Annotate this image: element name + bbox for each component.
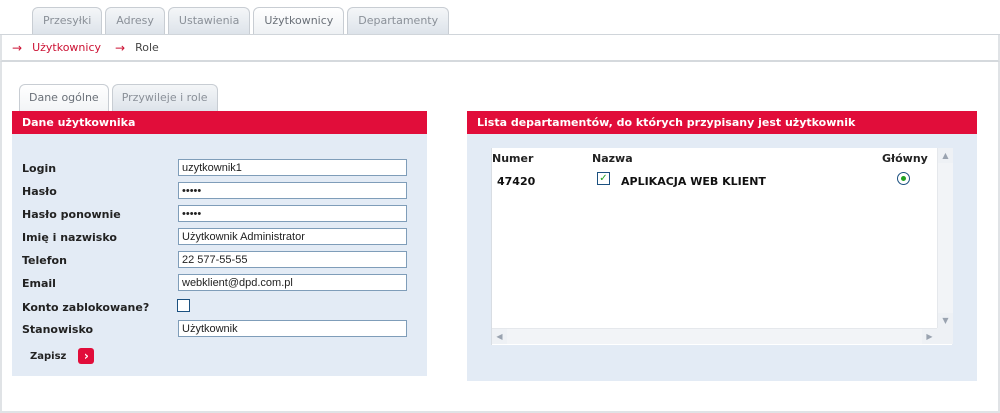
tab-uzytkownicy[interactable]: Użytkownicy (253, 7, 345, 34)
login-input[interactable] (178, 159, 407, 176)
column-header-number: Numer (492, 152, 534, 165)
tab-przywileje-i-role[interactable]: Przywileje i role (111, 84, 218, 111)
main-tabs: Przesyłki Adresy Ustawienia Użytkownicy … (32, 7, 450, 34)
phone-row: Telefon (22, 251, 417, 269)
scroll-down-icon[interactable]: ▼ (938, 313, 953, 328)
main-department-radio[interactable] (897, 172, 910, 185)
arrow-right-icon: → (12, 40, 23, 55)
password-repeat-row: Hasło ponownie (22, 205, 417, 223)
departments-panel: Lista departamentów, do których przypisa… (467, 111, 977, 381)
tab-przesylki[interactable]: Przesyłki (32, 7, 103, 34)
tab-dane-ogolne[interactable]: Dane ogólne (19, 84, 109, 111)
column-header-main: Główny (882, 152, 928, 165)
subtabs: Dane ogólne Przywileje i role (19, 84, 218, 111)
blocked-row: Konto zablokowane? (22, 298, 417, 316)
panel-title: Lista departamentów, do których przypisa… (467, 111, 977, 134)
scroll-corner (937, 328, 953, 344)
panel-title: Dane użytkownika (12, 111, 427, 134)
tab-departamenty[interactable]: Departamenty (347, 7, 450, 34)
password-input[interactable] (178, 182, 407, 199)
scroll-right-icon[interactable]: ▶ (922, 329, 937, 344)
position-input[interactable] (178, 320, 407, 337)
email-row: Email (22, 274, 417, 292)
department-assigned-checkbox[interactable]: ✓ (597, 172, 610, 185)
user-data-panel: Dane użytkownika Login Hasło Hasło ponow… (12, 111, 427, 376)
email-label: Email (22, 277, 56, 290)
breadcrumb-label: Role (135, 41, 159, 54)
breadcrumb-item-users[interactable]: → Użytkownicy (12, 41, 101, 55)
password-row: Hasło (22, 182, 417, 200)
scroll-left-icon[interactable]: ◀ (492, 329, 507, 344)
breadcrumb-label: Użytkownicy (32, 41, 102, 54)
blocked-label: Konto zablokowane? (22, 301, 150, 314)
login-label: Login (22, 162, 57, 175)
horizontal-scrollbar[interactable]: ◀ ▶ (492, 328, 953, 344)
departments-list: Numer Nazwa Główny 47420 ✓ APLIKACJA WEB… (491, 148, 953, 345)
login-row: Login (22, 159, 417, 177)
breadcrumb: → Użytkownicy → Role (0, 35, 1000, 62)
position-label: Stanowisko (22, 323, 94, 336)
password-label: Hasło (22, 185, 57, 198)
email-input[interactable] (178, 274, 407, 291)
arrow-right-icon: → (115, 40, 126, 55)
department-number: 47420 (497, 175, 536, 188)
tab-adresy[interactable]: Adresy (105, 7, 165, 34)
phone-input[interactable] (178, 251, 407, 268)
vertical-scrollbar[interactable]: ▲ ▼ (937, 148, 953, 328)
department-name: APLIKACJA WEB KLIENT (621, 175, 766, 188)
breadcrumb-item-roles[interactable]: → Role (115, 41, 159, 55)
scroll-up-icon[interactable]: ▲ (938, 148, 953, 163)
full-name-input[interactable] (178, 228, 407, 245)
radio-dot (901, 176, 906, 181)
checkmark-icon: ✓ (599, 173, 608, 184)
save-button[interactable]: Zapisz › (30, 348, 95, 364)
position-row: Stanowisko (22, 320, 417, 338)
password-repeat-input[interactable] (178, 205, 407, 222)
tab-ustawienia[interactable]: Ustawienia (167, 7, 251, 34)
full-name-row: Imię i nazwisko (22, 228, 417, 246)
phone-label: Telefon (22, 254, 67, 267)
arrow-right-icon[interactable]: › (78, 348, 95, 364)
full-name-label: Imię i nazwisko (22, 231, 117, 244)
blocked-checkbox[interactable] (177, 299, 190, 312)
password-repeat-label: Hasło ponownie (22, 208, 121, 221)
column-header-name: Nazwa (592, 152, 633, 165)
save-label: Zapisz (30, 350, 67, 362)
